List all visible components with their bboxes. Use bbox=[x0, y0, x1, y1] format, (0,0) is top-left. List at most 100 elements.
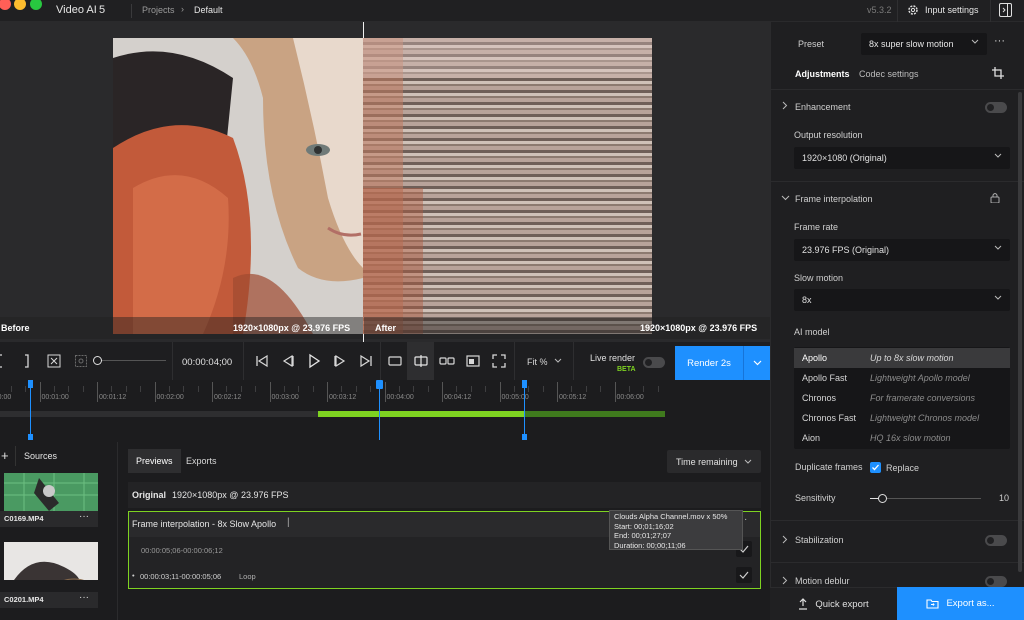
zoom-fit-select[interactable]: Fit % bbox=[527, 357, 548, 367]
volume-slider-track[interactable] bbox=[96, 360, 166, 361]
in-point-icon[interactable] bbox=[0, 353, 12, 369]
in-point-marker[interactable] bbox=[30, 380, 31, 440]
zoom-window-button[interactable] bbox=[30, 0, 42, 10]
tab-codec-settings[interactable]: Codec settings bbox=[859, 69, 919, 79]
ai-model-option[interactable]: Chronos Fast Lightweight Chronos model bbox=[794, 408, 1010, 428]
crop-icon[interactable] bbox=[992, 67, 1004, 79]
tab-exports[interactable]: Exports bbox=[178, 449, 225, 473]
minimize-window-button[interactable] bbox=[14, 0, 26, 10]
source-thumbnail[interactable] bbox=[4, 473, 98, 511]
more-options-icon[interactable]: ··· bbox=[79, 592, 89, 603]
ai-model-option[interactable]: Aion HQ 16x slow motion bbox=[794, 428, 1010, 448]
more-options-icon[interactable]: · bbox=[744, 514, 747, 525]
live-render-toggle[interactable] bbox=[643, 357, 665, 368]
toggle-panel-icon[interactable] bbox=[999, 3, 1012, 17]
chevron-right-icon[interactable] bbox=[782, 101, 788, 110]
timeline[interactable]: 00:00:00 00:01:00 00:01:12 00:02:00 00:02:12… bbox=[0, 380, 770, 442]
timeline-minor-tick bbox=[571, 386, 573, 392]
play-icon[interactable] bbox=[306, 353, 322, 369]
model-name: Chronos Fast bbox=[802, 413, 857, 423]
side-by-side-icon[interactable] bbox=[439, 353, 455, 369]
chevron-right-icon[interactable] bbox=[782, 576, 788, 585]
tab-adjustments[interactable]: Adjustments bbox=[795, 69, 850, 79]
previous-frame-icon[interactable] bbox=[280, 353, 296, 369]
fullscreen-icon[interactable] bbox=[491, 353, 507, 369]
duplicate-frames-label: Duplicate frames bbox=[795, 462, 863, 472]
add-source-icon[interactable]: + bbox=[1, 448, 9, 463]
in-point-handle[interactable] bbox=[28, 380, 33, 388]
slow-motion-select[interactable]: 8x bbox=[794, 289, 1010, 311]
timecode-display[interactable]: 00:00:04;00 bbox=[182, 357, 232, 368]
split-view-icon[interactable] bbox=[413, 353, 429, 369]
preview-checkbox[interactable] bbox=[736, 567, 752, 583]
out-point-handle-bottom[interactable] bbox=[522, 434, 527, 440]
overlay-view-icon[interactable] bbox=[465, 353, 481, 369]
motion-deblur-label[interactable]: Motion deblur bbox=[795, 576, 850, 586]
next-frame-icon[interactable] bbox=[332, 353, 348, 369]
breadcrumb-projects[interactable]: Projects bbox=[142, 5, 175, 15]
model-name: Apollo bbox=[802, 353, 828, 363]
ai-model-option[interactable]: Chronos For framerate conversions bbox=[794, 388, 1010, 408]
ai-model-option[interactable]: Apollo Up to 8x slow motion bbox=[794, 348, 1010, 368]
timeline-tick-mark bbox=[212, 382, 213, 402]
preset-select[interactable]: 8x super slow motion bbox=[861, 33, 987, 55]
timeline-tick-label: 00:04:12 bbox=[444, 394, 472, 401]
gear-icon[interactable] bbox=[907, 4, 919, 16]
render-options-dropdown[interactable] bbox=[743, 346, 770, 380]
output-resolution-select[interactable]: 1920×1080 (Original) bbox=[794, 147, 1010, 169]
volume-slider-thumb[interactable] bbox=[93, 356, 102, 365]
controls-divider bbox=[573, 342, 574, 380]
enhancement-label[interactable]: Enhancement bbox=[795, 102, 851, 112]
sort-select[interactable]: Time remaining bbox=[667, 450, 761, 473]
clear-range-icon[interactable] bbox=[47, 353, 63, 369]
motion-deblur-toggle[interactable] bbox=[985, 576, 1007, 587]
render-button[interactable]: Render 2s bbox=[675, 346, 743, 380]
timeline-minor-tick bbox=[628, 386, 630, 392]
timeline-minor-tick bbox=[585, 386, 587, 392]
chevron-down-icon bbox=[753, 360, 762, 366]
ai-model-option[interactable]: Apollo Fast Lightweight Apollo model bbox=[794, 368, 1010, 388]
source-item[interactable]: C0169.MP4 ··· bbox=[0, 511, 98, 527]
tab-previews[interactable]: Previews bbox=[128, 449, 181, 473]
more-options-icon[interactable]: ··· bbox=[994, 35, 1005, 47]
out-point-handle[interactable] bbox=[522, 380, 527, 388]
input-settings-button[interactable]: Input settings bbox=[925, 5, 979, 15]
frame-rate-select[interactable]: 23.976 FPS (Original) bbox=[794, 239, 1010, 261]
in-point-handle-bottom[interactable] bbox=[28, 434, 33, 440]
slow-motion-label: Slow motion bbox=[794, 273, 844, 283]
more-options-icon[interactable]: ··· bbox=[79, 511, 89, 522]
single-view-icon[interactable] bbox=[387, 353, 403, 369]
lock-icon[interactable] bbox=[990, 192, 1000, 203]
timeline-tick-mark bbox=[39, 382, 41, 402]
source-item[interactable]: C0201.MP4 ··· bbox=[0, 592, 98, 608]
sensitivity-slider-thumb[interactable] bbox=[878, 494, 887, 503]
stabilization-label[interactable]: Stabilization bbox=[795, 535, 844, 545]
enhancement-toggle[interactable] bbox=[985, 102, 1007, 113]
slow-motion-value: 8x bbox=[802, 295, 812, 305]
loop-label[interactable]: Loop bbox=[239, 572, 256, 581]
snapshot-icon[interactable] bbox=[74, 353, 90, 369]
model-name: Apollo Fast bbox=[802, 373, 848, 383]
panel-scrollbar[interactable] bbox=[1018, 92, 1022, 572]
frame-interpolation-label[interactable]: Frame interpolation bbox=[795, 194, 873, 204]
quick-export-button[interactable]: Quick export bbox=[770, 587, 897, 620]
skip-to-end-icon[interactable] bbox=[358, 353, 374, 369]
out-point-icon[interactable] bbox=[23, 353, 39, 369]
preview-range: 00:00:05;06-00:00:06;12 bbox=[141, 546, 223, 555]
panel-divider bbox=[771, 181, 1024, 182]
playhead-handle[interactable] bbox=[376, 380, 383, 389]
out-point-marker[interactable] bbox=[524, 380, 525, 440]
after-label: After bbox=[375, 323, 397, 333]
source-thumbnail[interactable] bbox=[4, 542, 98, 580]
playhead-line[interactable] bbox=[379, 380, 380, 440]
stabilization-toggle[interactable] bbox=[985, 535, 1007, 546]
chevron-down-icon[interactable] bbox=[781, 195, 790, 201]
close-window-button[interactable] bbox=[0, 0, 11, 10]
skip-to-start-icon[interactable] bbox=[254, 353, 270, 369]
output-resolution-value: 1920×1080 (Original) bbox=[802, 153, 887, 163]
export-as-button[interactable]: Export as... bbox=[897, 587, 1024, 620]
chevron-down-icon[interactable] bbox=[554, 358, 562, 364]
original-row[interactable]: Original 1920×1080px @ 23.976 FPS bbox=[128, 482, 761, 508]
chevron-right-icon[interactable] bbox=[782, 535, 788, 544]
replace-checkbox[interactable] bbox=[870, 462, 881, 473]
